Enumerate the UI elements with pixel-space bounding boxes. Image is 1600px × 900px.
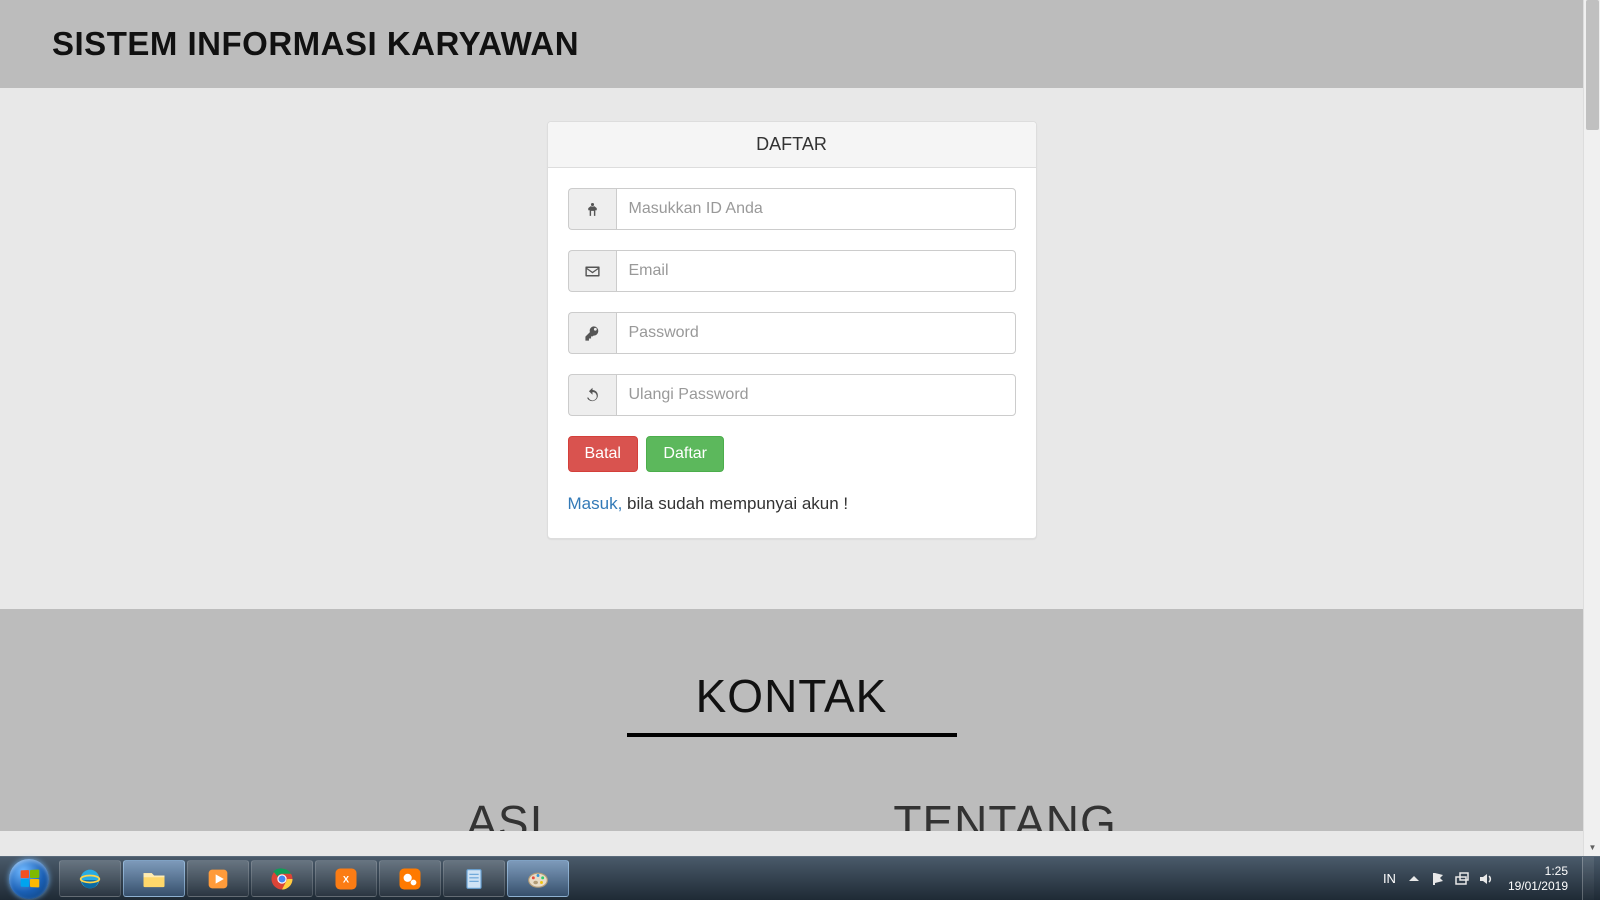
language-indicator[interactable]: IN xyxy=(1383,871,1396,886)
start-button[interactable] xyxy=(0,857,58,900)
action-center-flag-icon[interactable] xyxy=(1430,871,1446,887)
login-link[interactable]: Masuk, xyxy=(568,494,623,513)
page-title: SISTEM INFORMASI KARYAWAN xyxy=(52,25,579,63)
refresh-icon xyxy=(568,374,616,416)
svg-text:X: X xyxy=(343,874,350,884)
taskbar-item-ie[interactable] xyxy=(59,860,121,897)
footer-partial-right: TENTANG xyxy=(893,795,1116,831)
show-desktop-button[interactable] xyxy=(1582,857,1594,900)
person-icon xyxy=(568,188,616,230)
footer-partial-row: ASI TENTANG xyxy=(466,795,1117,831)
email-input-group xyxy=(568,250,1016,292)
taskbar-item-media-player[interactable] xyxy=(187,860,249,897)
footer-section: KONTAK ASI TENTANG xyxy=(0,609,1583,831)
windows-taskbar: X IN 1:25 19/01/2019 xyxy=(0,856,1600,900)
repeat-password-input[interactable] xyxy=(616,374,1016,416)
tray-chevron-up-icon[interactable] xyxy=(1406,871,1422,887)
id-input[interactable] xyxy=(616,188,1016,230)
scrollbar-thumb[interactable] xyxy=(1586,0,1599,130)
taskbar-item-uc-browser[interactable] xyxy=(379,860,441,897)
taskbar-item-chrome[interactable] xyxy=(251,860,313,897)
taskbar-clock[interactable]: 1:25 19/01/2019 xyxy=(1508,864,1568,893)
volume-icon[interactable] xyxy=(1478,871,1494,887)
login-hint: Masuk, bila sudah mempunyai akun ! xyxy=(568,494,1016,514)
page-header: SISTEM INFORMASI KARYAWAN xyxy=(0,0,1583,88)
scrollbar-down-arrow[interactable]: ▼ xyxy=(1584,839,1600,856)
cancel-button[interactable]: Batal xyxy=(568,436,638,472)
login-hint-text: bila sudah mempunyai akun ! xyxy=(622,494,848,513)
key-icon xyxy=(568,312,616,354)
browser-scrollbar[interactable]: ▲ ▼ xyxy=(1583,0,1600,856)
network-icon[interactable] xyxy=(1454,871,1470,887)
email-input[interactable] xyxy=(616,250,1016,292)
footer-partial-left: ASI xyxy=(466,795,543,831)
taskbar-item-explorer[interactable] xyxy=(123,860,185,897)
panel-body: Batal Daftar Masuk, bila sudah mempunyai… xyxy=(548,168,1036,538)
footer-title: KONTAK xyxy=(696,669,888,723)
register-panel: DAFTAR xyxy=(547,121,1037,539)
clock-date: 19/01/2019 xyxy=(1508,879,1568,893)
taskbar-item-paint[interactable] xyxy=(507,860,569,897)
taskbar-item-xampp[interactable]: X xyxy=(315,860,377,897)
password-input-group xyxy=(568,312,1016,354)
repeat-password-input-group xyxy=(568,374,1016,416)
panel-heading: DAFTAR xyxy=(548,122,1036,168)
clock-time: 1:25 xyxy=(1508,864,1568,878)
id-input-group xyxy=(568,188,1016,230)
windows-logo-icon xyxy=(9,859,49,899)
taskbar-item-notepad[interactable] xyxy=(443,860,505,897)
register-button[interactable]: Daftar xyxy=(646,436,724,472)
system-tray: IN 1:25 19/01/2019 xyxy=(1383,857,1600,900)
envelope-icon xyxy=(568,250,616,292)
footer-underline xyxy=(627,733,957,737)
taskbar-items: X xyxy=(58,857,570,900)
password-input[interactable] xyxy=(616,312,1016,354)
main-content: DAFTAR xyxy=(0,88,1583,609)
